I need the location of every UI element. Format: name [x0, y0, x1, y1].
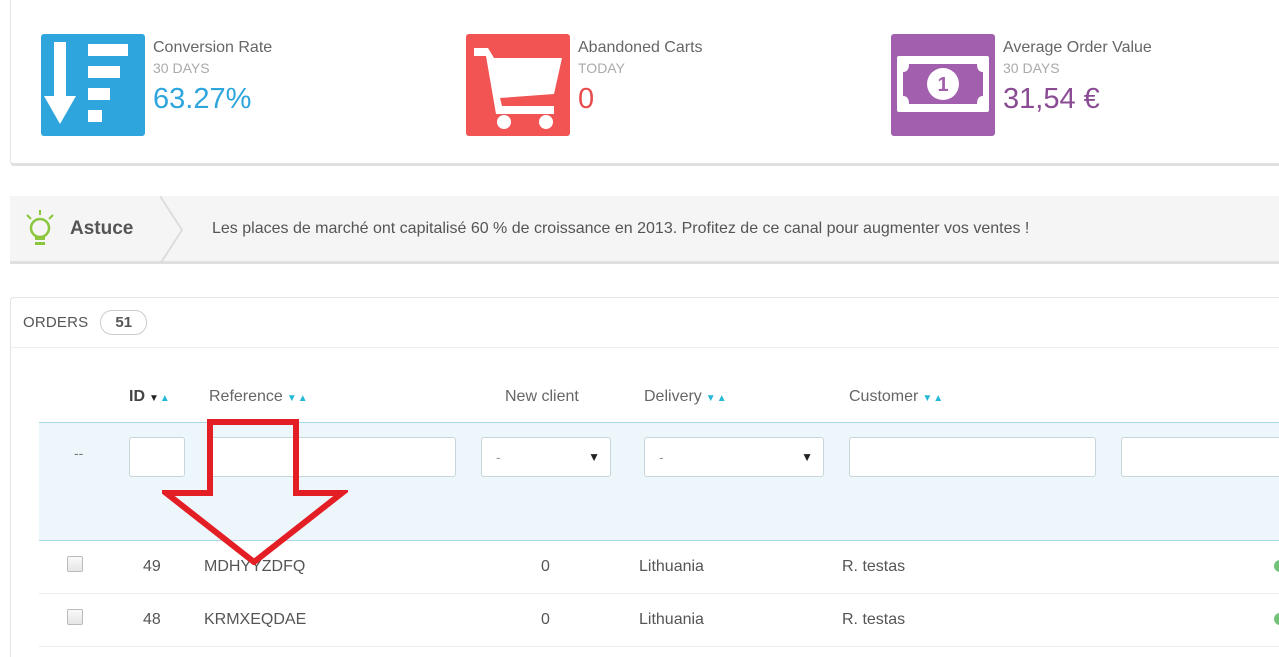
column-id-label: ID	[129, 388, 145, 405]
kpi-value: 0	[578, 83, 595, 115]
sort-asc-icon[interactable]: ▲	[933, 393, 944, 404]
filter-row: -- - ▼ - ▼	[39, 422, 1279, 541]
column-delivery-label: Delivery	[644, 388, 702, 405]
shopping-cart-icon	[466, 34, 570, 136]
cell-delivery: Lithuania	[639, 611, 704, 628]
row-checkbox[interactable]	[67, 609, 83, 625]
kpi-period: 30 DAYS	[153, 60, 210, 76]
sort-desc-icon[interactable]: ▼	[149, 393, 160, 404]
row-checkbox[interactable]	[67, 556, 83, 572]
table-header: ID ▼▲ Reference ▼▲ New client Delivery ▼▲ C…	[39, 372, 1279, 422]
cell-new-client: 0	[541, 611, 550, 628]
sort-desc-icon[interactable]: ▼	[287, 393, 298, 404]
orders-title: ORDERS	[23, 314, 89, 331]
table-row[interactable]: 48 KRMXEQDAE 0 Lithuania R. testas	[39, 594, 1279, 647]
kpi-average-order-value[interactable]: 1 Average Order Value 30 DAYS 31,54 €	[891, 34, 1152, 136]
column-new-client: New client	[505, 388, 579, 406]
caret-down-icon: ▼	[588, 450, 600, 464]
orders-count-badge: 51	[100, 310, 148, 335]
filter-id-input[interactable]	[129, 437, 185, 477]
kpi-abandoned-carts[interactable]: Abandoned Carts TODAY 0	[466, 34, 703, 136]
sort-asc-icon[interactable]: ▲	[160, 393, 171, 404]
filter-delivery-select[interactable]: - ▼	[644, 437, 824, 477]
lightbulb-icon	[26, 209, 54, 245]
cell-reference: KRMXEQDAE	[204, 611, 307, 628]
sort-desc-icon[interactable]: ▼	[706, 393, 717, 404]
orders-header: ORDERS 51	[11, 298, 1279, 348]
kpi-value: 31,54 €	[1003, 83, 1100, 115]
kpi-period: 30 DAYS	[1003, 60, 1060, 76]
orders-panel: ORDERS 51 ID ▼▲ Reference ▼▲ New client De…	[10, 297, 1279, 657]
kpi-period: TODAY	[578, 60, 625, 76]
money-bill-icon: 1	[891, 34, 995, 136]
column-delivery[interactable]: Delivery ▼▲	[644, 388, 728, 406]
sort-desc-icon[interactable]: ▼	[922, 393, 933, 404]
cell-id: 49	[143, 558, 161, 575]
caret-down-icon: ▼	[801, 450, 813, 464]
status-dot-icon	[1274, 560, 1279, 572]
kpi-title: Abandoned Carts	[578, 39, 703, 56]
column-reference-label: Reference	[209, 388, 283, 405]
tip-text: Les places de marché ont capitalisé 60 %…	[212, 219, 1030, 237]
filter-new-client-select[interactable]: - ▼	[481, 437, 611, 477]
kpi-title: Average Order Value	[1003, 39, 1152, 56]
cell-customer: R. testas	[842, 611, 906, 628]
sort-amount-down-icon	[41, 34, 145, 136]
tip-header: Astuce	[10, 196, 184, 264]
chevron-right-icon	[160, 196, 184, 264]
column-new-client-label: New client	[505, 388, 579, 405]
kpi-panel: Conversion Rate 30 DAYS 63.27% Abandoned…	[10, 0, 1279, 166]
cell-customer: R. testas	[842, 558, 906, 575]
tip-label: Astuce	[70, 217, 134, 239]
kpi-value: 63.27%	[153, 83, 252, 115]
svg-text:1: 1	[937, 74, 948, 96]
cell-reference: MDHYYZDFQ	[204, 558, 306, 575]
column-reference[interactable]: Reference ▼▲	[209, 388, 309, 406]
filter-new-client-value: -	[496, 449, 501, 465]
filter-dash: --	[74, 445, 84, 461]
tip-bar: Astuce Les places de marché ont capitali…	[10, 196, 1279, 264]
filter-reference-input[interactable]	[209, 437, 456, 477]
filter-customer-input[interactable]	[849, 437, 1096, 477]
cell-id: 48	[143, 611, 161, 628]
filter-next-input[interactable]	[1121, 437, 1279, 477]
orders-table: ID ▼▲ Reference ▼▲ New client Delivery ▼▲ C…	[39, 372, 1279, 647]
kpi-title: Conversion Rate	[153, 39, 273, 56]
table-row[interactable]: 49 MDHYYZDFQ 0 Lithuania R. testas	[39, 541, 1279, 594]
status-dot-icon	[1274, 613, 1279, 625]
cell-new-client: 0	[541, 558, 550, 575]
sort-asc-icon[interactable]: ▲	[717, 393, 728, 404]
filter-delivery-value: -	[659, 449, 664, 465]
sort-asc-icon[interactable]: ▲	[298, 393, 309, 404]
cell-delivery: Lithuania	[639, 558, 704, 575]
column-customer[interactable]: Customer ▼▲	[849, 388, 944, 406]
column-customer-label: Customer	[849, 388, 919, 405]
kpi-conversion-rate[interactable]: Conversion Rate 30 DAYS 63.27%	[41, 34, 272, 136]
column-id[interactable]: ID ▼▲	[129, 388, 171, 406]
